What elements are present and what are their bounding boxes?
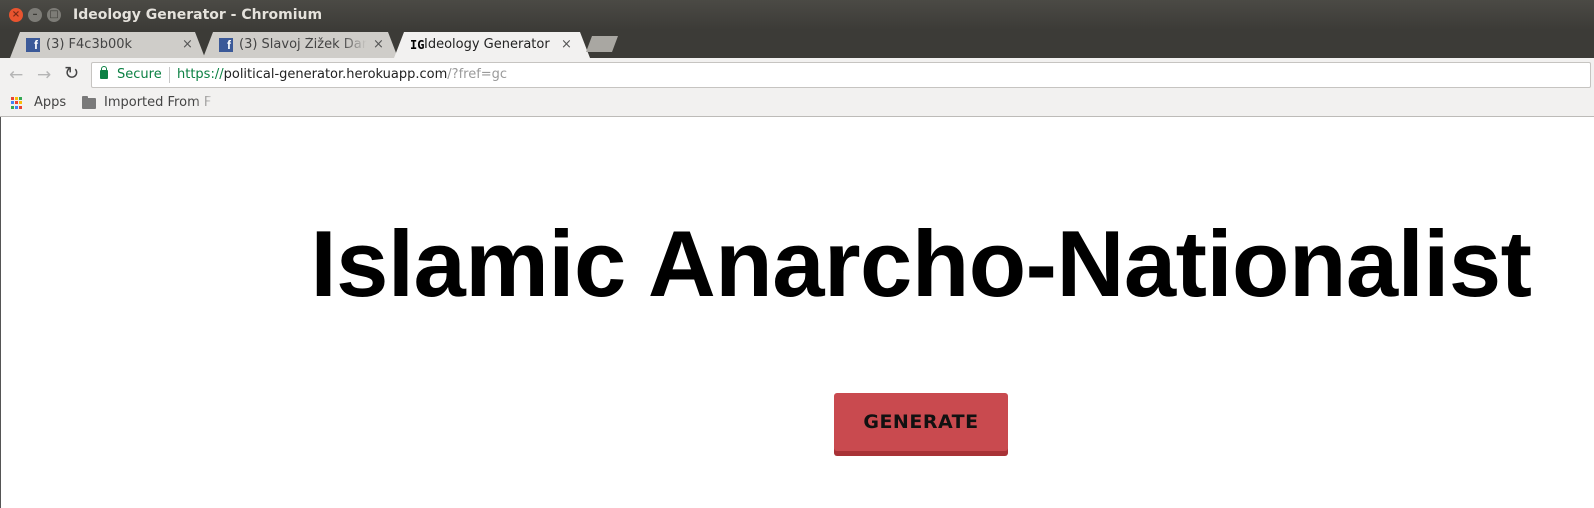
folder-icon	[82, 96, 96, 109]
browser-toolbar: ← → ↻ Secure https://political-generator…	[0, 58, 1594, 91]
tab-label: (3) Slavoj Žižek Dan	[239, 37, 367, 52]
lock-icon	[100, 66, 108, 79]
tab-close-icon[interactable]: ×	[561, 37, 572, 52]
address-bar[interactable]: Secure https://political-generator.herok…	[91, 62, 1591, 88]
window-titlebar: × – □ Ideology Generator - Chromium	[0, 0, 1594, 30]
tab-label: (3) F4c3b00k	[46, 37, 133, 52]
reload-icon[interactable]: ↻	[64, 63, 79, 84]
ideology-heading: Islamic Anarcho-Nationalist	[310, 211, 1532, 316]
apps-grid-icon[interactable]	[11, 97, 23, 109]
new-tab-button[interactable]	[586, 36, 618, 52]
tab-close-icon[interactable]: ×	[182, 37, 193, 52]
url-host: political-generator.herokuapp.com	[223, 67, 448, 82]
forward-arrow-icon[interactable]: →	[37, 65, 51, 85]
facebook-icon: f	[26, 38, 40, 52]
generate-button[interactable]: GENERATE	[834, 393, 1008, 451]
window-title: Ideology Generator - Chromium	[73, 7, 323, 23]
page-content: Islamic Anarcho-Nationalist GENERATE	[0, 117, 1594, 508]
facebook-icon: f	[219, 38, 233, 52]
window-maximize-button[interactable]: □	[47, 8, 61, 22]
ig-favicon-icon: IG	[410, 38, 425, 52]
tab-strip: f (3) F4c3b00k × f (3) Slavoj Žižek Dan …	[0, 30, 1594, 58]
tab-ideology-generator[interactable]: IG Ideology Generator ×	[394, 32, 590, 58]
back-arrow-icon[interactable]: ←	[9, 65, 23, 85]
tab-label: Ideology Generator	[424, 37, 550, 52]
bookmarks-bar: Apps Imported From F	[0, 91, 1594, 117]
url-divider	[169, 67, 170, 83]
window-minimize-button[interactable]: –	[28, 8, 42, 22]
window-close-button[interactable]: ×	[9, 8, 23, 22]
url-scheme: https://	[177, 67, 224, 82]
tab-close-icon[interactable]: ×	[373, 37, 384, 52]
tab-facebook-1[interactable]: f (3) F4c3b00k ×	[10, 32, 205, 58]
secure-label[interactable]: Secure	[117, 67, 162, 82]
bookmark-apps[interactable]: Apps	[34, 95, 66, 110]
url-text[interactable]: https://political-generator.herokuapp.co…	[177, 67, 507, 82]
bookmark-imported-folder[interactable]: Imported From F	[104, 95, 216, 110]
tab-facebook-2[interactable]: f (3) Slavoj Žižek Dan ×	[203, 32, 398, 58]
url-path: /?fref=gc	[447, 67, 508, 82]
